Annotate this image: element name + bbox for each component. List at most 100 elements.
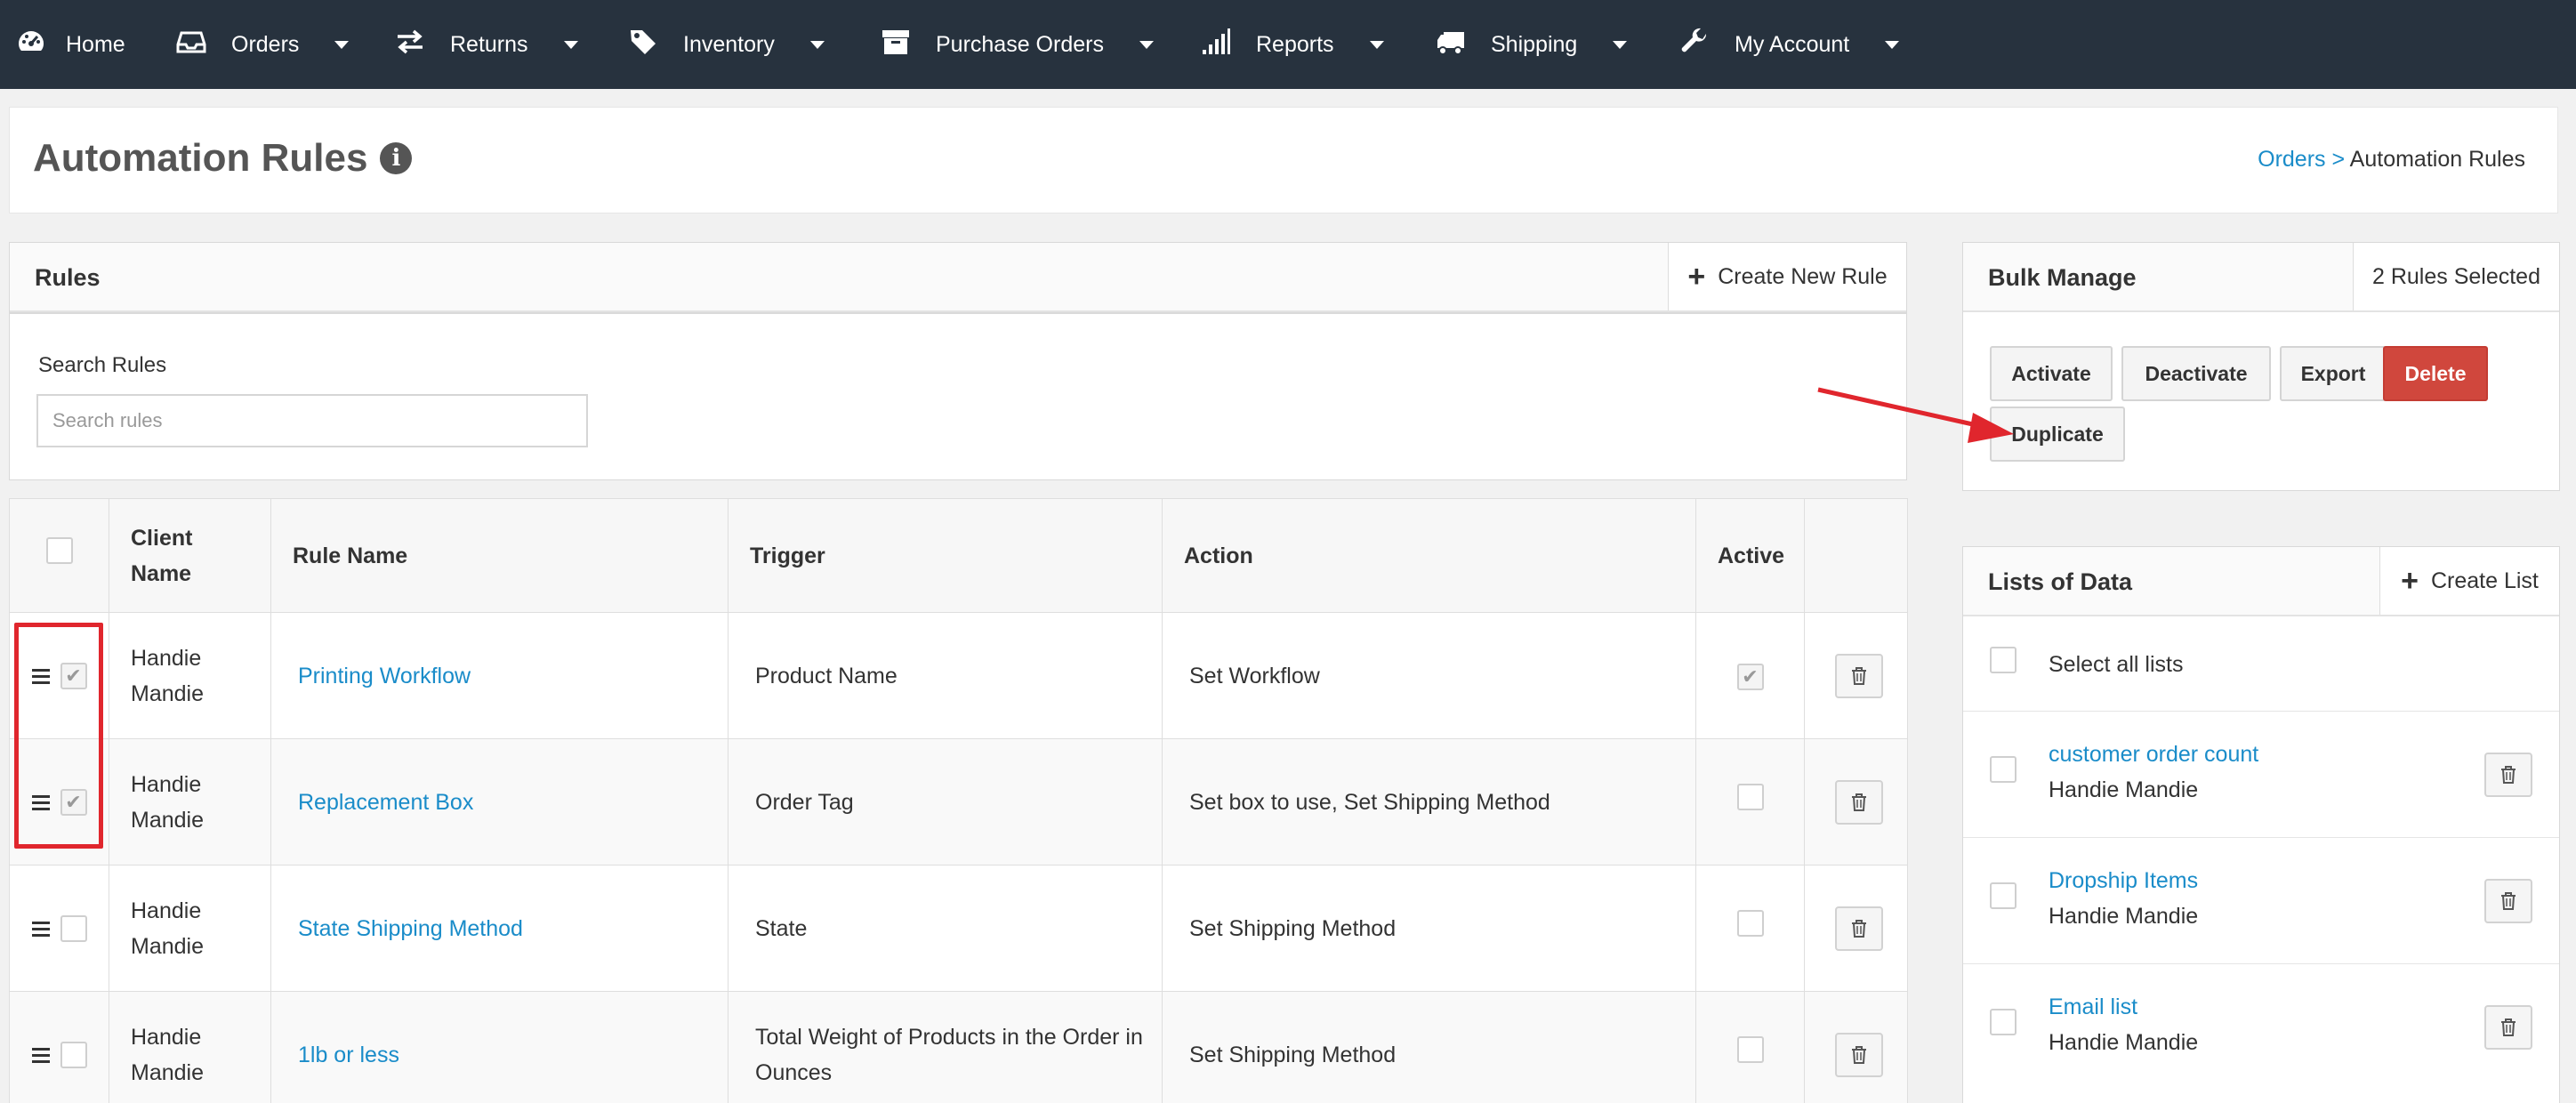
create-new-rule-label: Create New Rule	[1718, 263, 1888, 289]
deactivate-button[interactable]: Deactivate	[2121, 346, 2271, 401]
delete-rule-button[interactable]	[1834, 653, 1883, 698]
row-select-checkbox[interactable]	[60, 914, 87, 942]
trash-icon	[1851, 1045, 1866, 1064]
list-item-name-link[interactable]: Dropship Items	[2049, 868, 2198, 894]
rules-panel-head: Rules + Create New Rule	[10, 243, 1906, 312]
lists-title: Lists of Data	[1988, 568, 2133, 595]
search-label: Search Rules	[38, 353, 167, 377]
chevron-down-icon	[1369, 40, 1384, 49]
nav-shipping-label: Shipping	[1491, 31, 1578, 57]
trash-icon	[2501, 1018, 2516, 1036]
trash-icon	[1851, 666, 1866, 685]
nav-reports[interactable]: Reports	[1201, 0, 1384, 89]
action-cell: Set box to use, Set Shipping Method	[1162, 738, 1696, 865]
rule-name-link[interactable]: Replacement Box	[270, 738, 729, 865]
row-select-checkbox[interactable]	[60, 1041, 87, 1068]
list-item-checkbox[interactable]	[1990, 882, 2017, 909]
drag-handle-icon[interactable]	[31, 1047, 50, 1063]
list-item-name-link[interactable]: customer order count	[2049, 742, 2258, 768]
export-button[interactable]: Export	[2280, 346, 2387, 401]
active-checkbox[interactable]: ✔	[1736, 663, 1764, 690]
list-item-client: Handie Mandie	[2049, 1030, 2199, 1055]
delete-cell	[1804, 738, 1908, 865]
list-item-checkbox[interactable]	[1990, 756, 2017, 783]
list-item: customer order count Handie Mandie	[1963, 711, 2559, 837]
search-input[interactable]	[36, 394, 588, 447]
trigger-cell: Product Name	[728, 612, 1163, 739]
nav-inventory[interactable]: Inventory	[628, 0, 825, 89]
nav-purchase-orders[interactable]: Purchase Orders	[881, 0, 1154, 89]
signal-icon	[1201, 27, 1231, 63]
list-item-checkbox[interactable]	[1990, 1009, 2017, 1035]
search-panel: Search Rules	[9, 313, 1907, 480]
active-cell: ✔	[1695, 612, 1805, 739]
truck-icon	[1436, 27, 1466, 63]
active-cell	[1695, 991, 1805, 1103]
create-list-button[interactable]: + Create List	[2379, 547, 2559, 615]
active-cell	[1695, 865, 1805, 992]
nav-orders-label: Orders	[231, 31, 300, 57]
row-handle-cell	[9, 865, 109, 992]
trash-icon	[2501, 892, 2516, 910]
rules-panel-title: Rules	[35, 264, 101, 291]
page-title-text: Automation Rules	[33, 136, 368, 180]
trash-icon	[1851, 793, 1866, 811]
breadcrumb-separator: >	[2331, 147, 2346, 172]
nav-returns[interactable]: Returns	[395, 0, 578, 89]
delete-list-button[interactable]	[2484, 879, 2532, 923]
select-all-lists-row: Select all lists	[1963, 616, 2559, 711]
annotation-arrow	[1817, 387, 2014, 443]
chevron-down-icon	[334, 40, 350, 49]
chevron-down-icon	[1885, 40, 1900, 49]
rules-panel-header: Rules + Create New Rule	[9, 242, 1907, 313]
info-icon[interactable]: i	[380, 142, 413, 174]
nav-home[interactable]: Home	[16, 0, 125, 89]
client-name-cell: Handie Mandie	[109, 612, 271, 739]
active-checkbox[interactable]	[1736, 909, 1764, 937]
list-item-client: Handie Mandie	[2049, 777, 2199, 802]
delete-rule-button[interactable]	[1834, 779, 1883, 825]
table-row: Handie Mandie 1lb or less Total Weight o…	[9, 991, 1908, 1103]
delete-list-button[interactable]	[2484, 1005, 2532, 1050]
select-all-lists-checkbox[interactable]	[1990, 647, 2017, 673]
nav-my-account[interactable]: My Account	[1679, 0, 1900, 89]
archive-icon	[881, 27, 911, 63]
delete-button[interactable]: Delete	[2383, 346, 2488, 401]
list-item-client: Handie Mandie	[2049, 904, 2199, 929]
plus-icon: +	[1687, 260, 1706, 294]
nav-shipping[interactable]: Shipping	[1436, 0, 1628, 89]
create-list-label: Create List	[2430, 568, 2539, 593]
create-new-rule-button[interactable]: + Create New Rule	[1668, 243, 1906, 310]
list-item: Email list Handie Mandie	[1963, 963, 2559, 1090]
delete-rule-button[interactable]	[1834, 1032, 1883, 1077]
header-trigger: Trigger	[728, 498, 1163, 613]
bulk-manage-panel: Bulk Manage 2 Rules Selected Activate De…	[1962, 242, 2560, 491]
table-row: ✔ Handie Mandie Printing Workflow Produc…	[9, 612, 1908, 739]
rule-name-link[interactable]: State Shipping Method	[270, 865, 729, 992]
action-cell: Set Shipping Method	[1162, 991, 1696, 1103]
drag-handle-icon[interactable]	[31, 921, 50, 937]
row-handle-cell	[9, 991, 109, 1103]
nav-home-label: Home	[66, 31, 125, 57]
delete-rule-button[interactable]	[1834, 906, 1883, 951]
active-checkbox[interactable]	[1736, 1035, 1764, 1063]
select-all-checkbox[interactable]	[45, 536, 73, 564]
chevron-down-icon	[1613, 40, 1628, 49]
nav-orders[interactable]: Orders	[176, 0, 350, 89]
page-title: Automation Rules i	[33, 136, 413, 181]
nav-purchase-orders-label: Purchase Orders	[936, 31, 1104, 57]
trigger-cell: State	[728, 865, 1163, 992]
active-checkbox[interactable]	[1736, 783, 1764, 810]
nav-returns-label: Returns	[450, 31, 528, 57]
list-item: Dropship Items Handie Mandie	[1963, 837, 2559, 963]
plus-icon: +	[2401, 564, 2419, 598]
breadcrumb: Orders > Automation Rules	[2258, 147, 2525, 173]
breadcrumb-link-orders[interactable]: Orders	[2258, 147, 2325, 172]
delete-list-button[interactable]	[2484, 753, 2532, 797]
nav-reports-label: Reports	[1256, 31, 1334, 57]
trigger-cell: Order Tag	[728, 738, 1163, 865]
rule-name-link[interactable]: Printing Workflow	[270, 612, 729, 739]
list-item-name-link[interactable]: Email list	[2049, 994, 2137, 1020]
rule-name-link[interactable]: 1lb or less	[270, 991, 729, 1103]
trigger-cell: Total Weight of Products in the Order in…	[728, 991, 1163, 1103]
